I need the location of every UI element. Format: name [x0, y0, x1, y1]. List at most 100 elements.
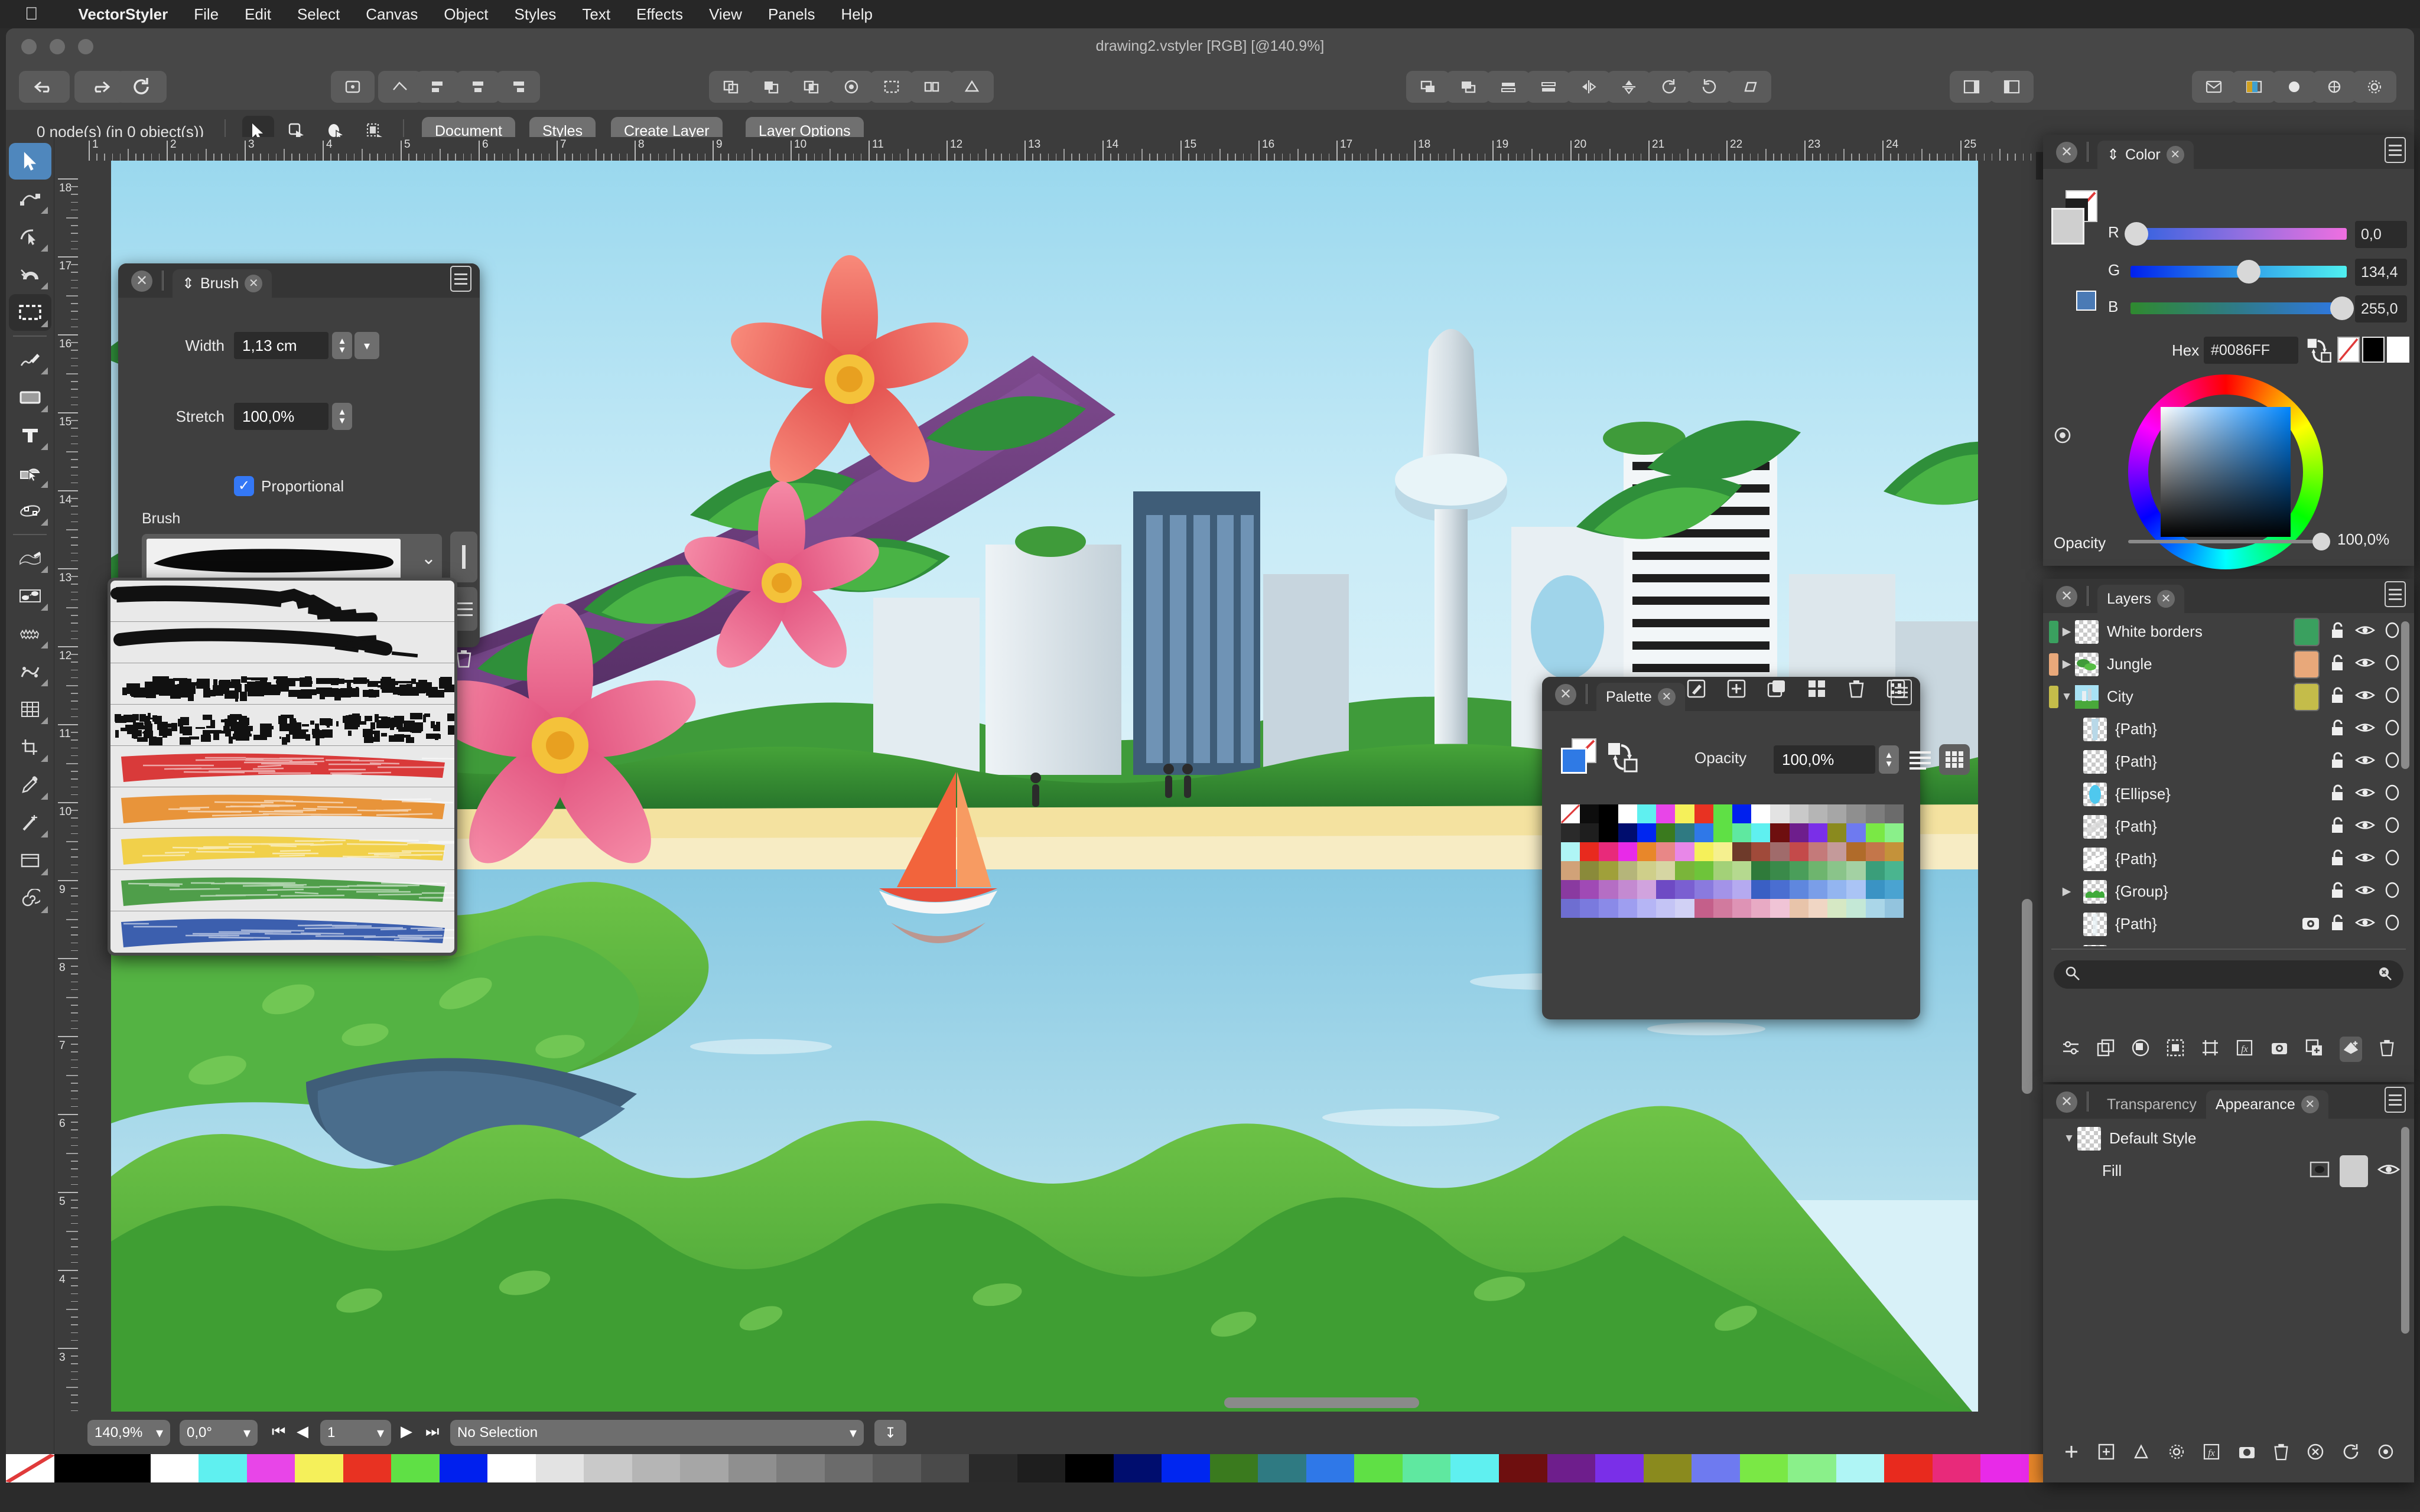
- preview-button[interactable]: [2272, 71, 2316, 103]
- palette-swatch[interactable]: [1599, 804, 1618, 823]
- eye-visible-icon[interactable]: [2355, 884, 2375, 900]
- eye-visible-icon[interactable]: [2355, 721, 2375, 737]
- palette-swatch[interactable]: [1618, 861, 1637, 880]
- palette-opacity-stepper[interactable]: ▲ ▼: [1879, 745, 1899, 774]
- apple-logo-icon[interactable]: : [25, 5, 38, 23]
- panel-drag-handle[interactable]: [2087, 142, 2089, 162]
- palette-swatch[interactable]: [1790, 861, 1809, 880]
- delete-swatch-icon[interactable]: [1847, 679, 1866, 702]
- color-square[interactable]: [2161, 407, 2291, 537]
- bottom-swatch[interactable]: [969, 1454, 1017, 1482]
- hamburger-menu-icon[interactable]: [2385, 581, 2406, 607]
- palette-swatch[interactable]: [1827, 842, 1846, 861]
- hamburger-menu-icon[interactable]: [2385, 137, 2406, 163]
- selection-selector[interactable]: No Selection ▾: [450, 1420, 864, 1446]
- layer-color-swatch[interactable]: [2294, 683, 2320, 711]
- menu-item-styles[interactable]: Styles: [502, 5, 570, 24]
- bottom-swatch[interactable]: [1258, 1454, 1306, 1482]
- arrange-backward-button[interactable]: [1487, 71, 1530, 103]
- menu-item-canvas[interactable]: Canvas: [353, 5, 431, 24]
- bottom-swatch[interactable]: [1114, 1454, 1162, 1482]
- palette-swatch[interactable]: [1846, 880, 1865, 899]
- palette-swatch[interactable]: [1751, 861, 1770, 880]
- brush-presets-button[interactable]: [450, 532, 477, 582]
- palette-swatch[interactable]: [1675, 880, 1694, 899]
- tool-shape-builder[interactable]: [9, 455, 51, 491]
- menu-item-select[interactable]: Select: [284, 5, 353, 24]
- boolean-exclude-button[interactable]: [830, 71, 873, 103]
- layer-row[interactable]: {Path}: [2043, 908, 2414, 940]
- layer-color-swatch[interactable]: [2294, 650, 2320, 679]
- layer-row[interactable]: {Path}: [2043, 810, 2414, 843]
- palette-swatch[interactable]: [1580, 861, 1599, 880]
- palette-swatch[interactable]: [1866, 861, 1885, 880]
- appearance-row-fill[interactable]: Fill: [2043, 1155, 2414, 1187]
- palette-swatch[interactable]: [1866, 880, 1885, 899]
- palette-swatch[interactable]: [1732, 899, 1751, 918]
- quick-swatch-black[interactable]: [2362, 337, 2385, 363]
- menu-item-file[interactable]: File: [181, 5, 232, 24]
- palette-swatch[interactable]: [1675, 899, 1694, 918]
- palette-swatch[interactable]: [1618, 842, 1637, 861]
- page-selector[interactable]: 1 ▾: [320, 1420, 391, 1446]
- layer-row[interactable]: ▶ White borders: [2043, 615, 2414, 648]
- palette-swatch[interactable]: [1637, 823, 1656, 842]
- horizontal-scrollbar[interactable]: [173, 1397, 1886, 1408]
- brush-list-item[interactable]: [110, 787, 454, 829]
- select-all-button[interactable]: [331, 71, 375, 103]
- palette-swatch[interactable]: [1580, 880, 1599, 899]
- palette-swatch[interactable]: [1790, 842, 1809, 861]
- tab-color[interactable]: ⇕ Color ✕: [2097, 141, 2194, 169]
- close-panel-icon[interactable]: ✕: [1555, 684, 1576, 705]
- bottom-swatch[interactable]: [825, 1454, 873, 1482]
- channel-b-value[interactable]: 255,0: [2355, 295, 2407, 322]
- brush-list-item[interactable]: [110, 911, 454, 953]
- palette-swatch[interactable]: [1790, 899, 1809, 918]
- palette-opacity-input[interactable]: 100,0%: [1774, 745, 1875, 774]
- palette-swatch[interactable]: [1561, 823, 1580, 842]
- palette-swatch[interactable]: [1656, 861, 1675, 880]
- close-tab-icon[interactable]: ✕: [2301, 1096, 2319, 1113]
- palette-swatch[interactable]: [1656, 899, 1675, 918]
- shear-button[interactable]: [1728, 71, 1771, 103]
- undo-button[interactable]: [19, 71, 70, 103]
- palette-swatch[interactable]: [1580, 899, 1599, 918]
- layer-row[interactable]: ▼ City: [2043, 680, 2414, 713]
- palette-swatch[interactable]: [1770, 880, 1789, 899]
- group-button[interactable]: [870, 71, 913, 103]
- palette-swatch[interactable]: [1751, 804, 1770, 823]
- bottom-swatch[interactable]: [1595, 1454, 1644, 1482]
- menu-item-edit[interactable]: Edit: [232, 5, 284, 24]
- rotate-button[interactable]: [1647, 71, 1691, 103]
- boolean-subtract-button[interactable]: [749, 71, 793, 103]
- palette-swatch[interactable]: [1599, 880, 1618, 899]
- add-layer-icon[interactable]: [2305, 1038, 2324, 1060]
- settings-icon[interactable]: [2167, 1442, 2186, 1464]
- eye-visible-icon[interactable]: [2355, 916, 2375, 932]
- unlock-icon[interactable]: [2329, 719, 2346, 739]
- palette-swatch[interactable]: [1846, 861, 1865, 880]
- select-target-circle-icon[interactable]: [2385, 784, 2400, 804]
- close-panel-icon[interactable]: ✕: [2056, 142, 2077, 163]
- refresh-button[interactable]: [116, 71, 167, 103]
- eye-visible-icon[interactable]: [2355, 754, 2375, 770]
- palette-swatch[interactable]: [1599, 842, 1618, 861]
- panel-drag-handle[interactable]: [162, 271, 164, 291]
- tab-layers[interactable]: Layers ✕: [2097, 585, 2184, 613]
- camera-icon[interactable]: [2237, 1442, 2256, 1464]
- fill-stroke-indicator[interactable]: [1561, 738, 1598, 775]
- proportional-checkbox[interactable]: ✓: [234, 476, 254, 496]
- eye-visible-icon[interactable]: [2377, 1162, 2400, 1180]
- expander-icon[interactable]: ▼: [2061, 1132, 2077, 1145]
- panel-layout-1-button[interactable]: [1950, 71, 1993, 103]
- bottom-swatch[interactable]: [151, 1454, 199, 1482]
- palette-swatch[interactable]: [1885, 804, 1904, 823]
- import-swatch-icon[interactable]: [1886, 679, 1906, 702]
- palette-swatch[interactable]: [1770, 804, 1789, 823]
- refresh-icon[interactable]: [2341, 1442, 2360, 1464]
- palette-swatch[interactable]: [1637, 861, 1656, 880]
- mask-button[interactable]: [950, 71, 994, 103]
- layer-row[interactable]: ▶ Jungle: [2043, 648, 2414, 680]
- select-target-circle-icon[interactable]: [2385, 882, 2400, 901]
- palette-swatch[interactable]: [1809, 804, 1827, 823]
